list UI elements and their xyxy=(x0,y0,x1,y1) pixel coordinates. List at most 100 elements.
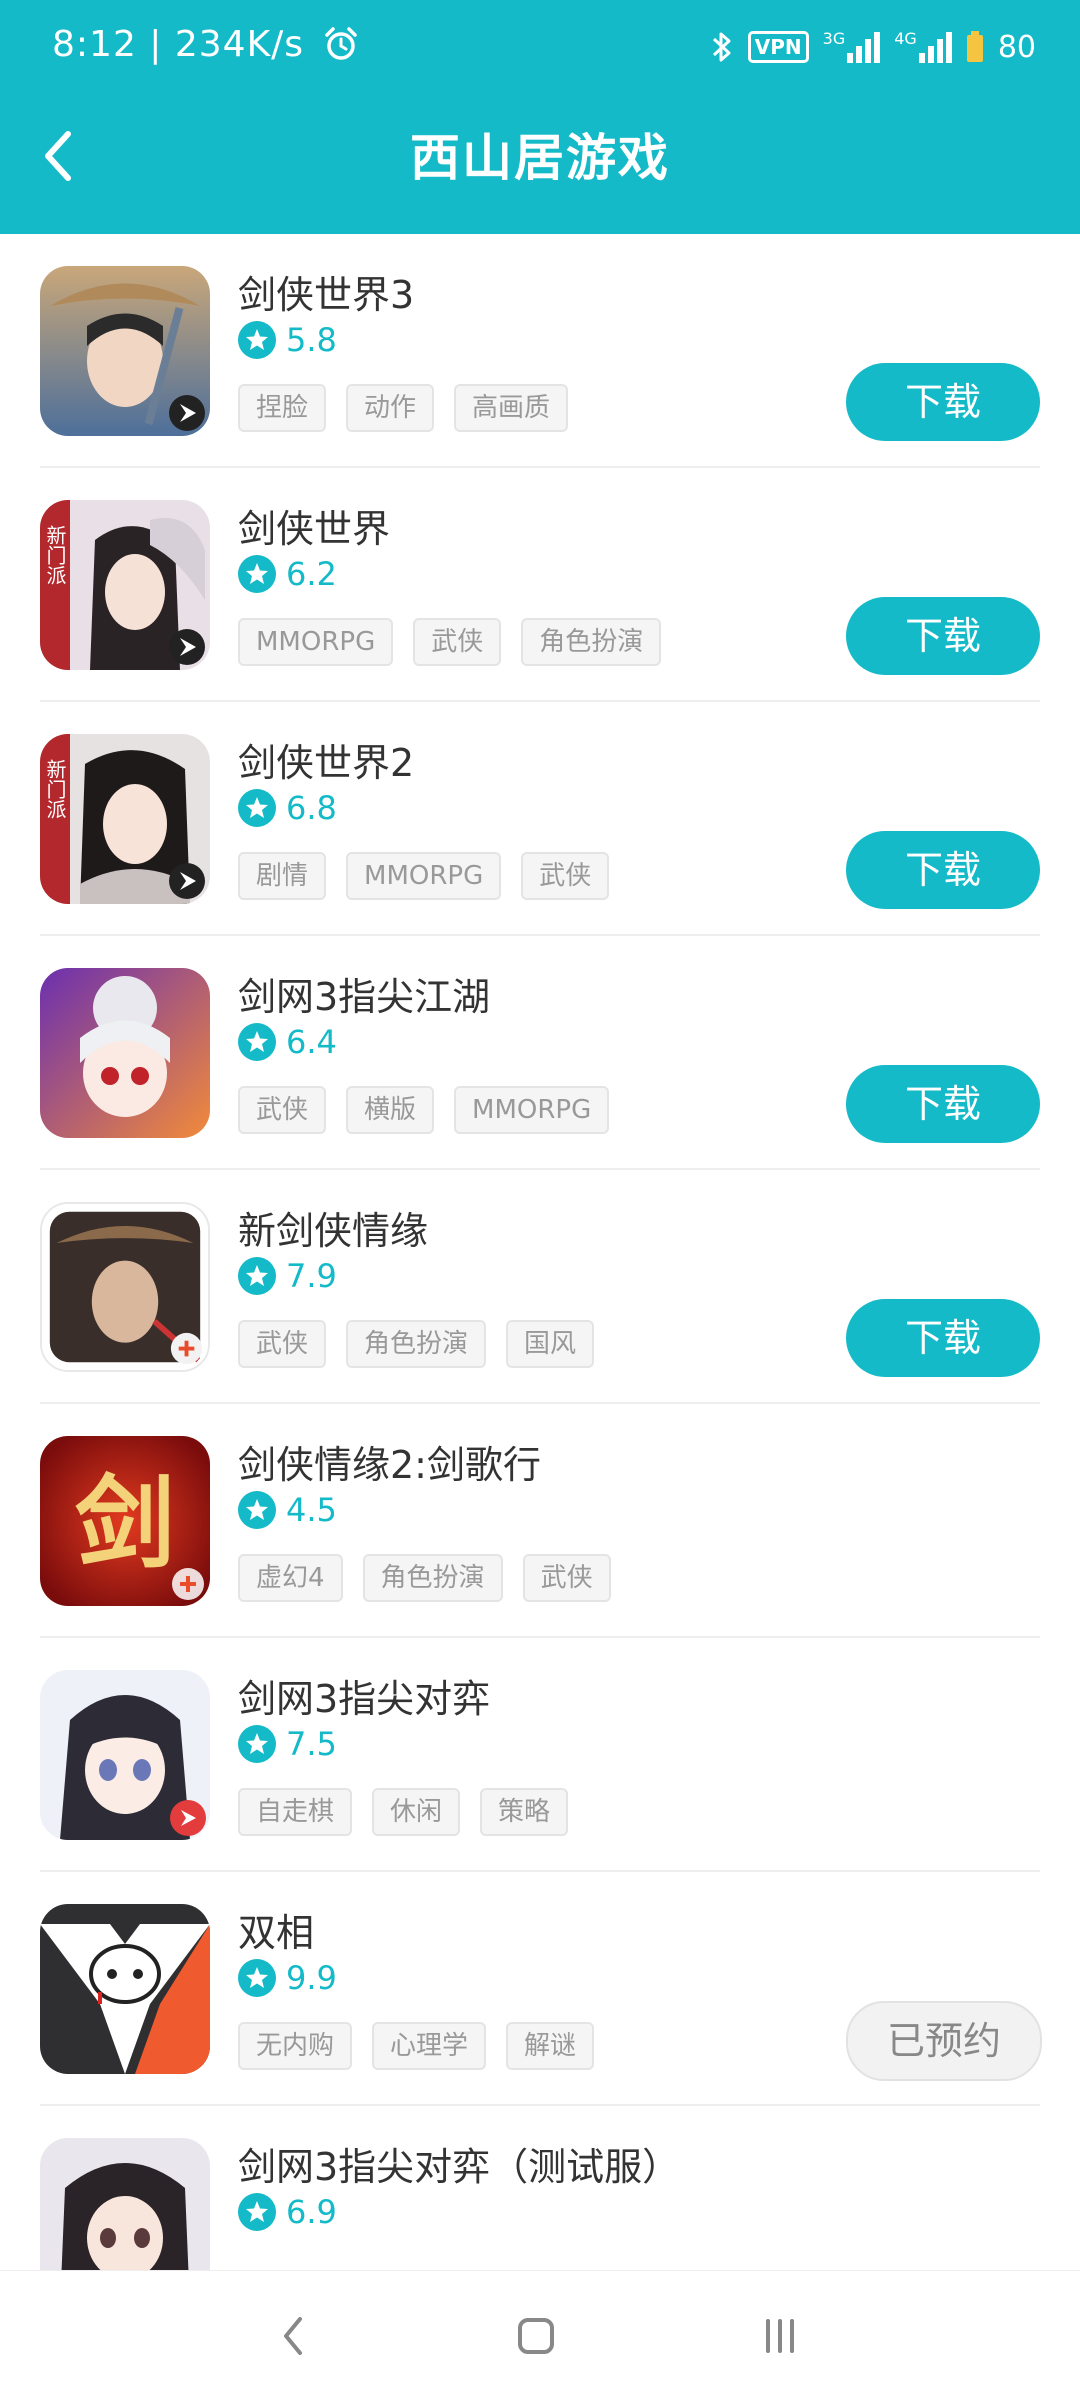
tag: 武侠 xyxy=(238,1320,327,1368)
tag: 无内购 xyxy=(238,2022,353,2070)
game-row[interactable]: 双相 9.9 无内购 心理学 解谜 已预约 xyxy=(0,1872,1080,2106)
tag: 武侠 xyxy=(413,618,502,666)
status-bar: 8:12 | 234K/s VPN 3G 4G 80 xyxy=(0,0,1080,96)
battery-icon xyxy=(966,31,983,62)
tag: 武侠 xyxy=(521,852,610,900)
rating-value: 7.9 xyxy=(286,1257,337,1295)
status-time: 8:12 | 234K/s xyxy=(52,24,359,65)
tag: MMORPG xyxy=(238,618,394,666)
status-icons: VPN 3G 4G 80 xyxy=(710,22,1036,72)
rating: 7.5 xyxy=(238,1724,337,1764)
game-name[interactable]: 剑网3指尖对弈（测试服） xyxy=(238,2136,680,2191)
star-icon xyxy=(238,1257,276,1295)
game-icon[interactable] xyxy=(40,1202,210,1372)
game-icon[interactable]: 新门派 xyxy=(40,500,210,670)
rating: 4.5 xyxy=(238,1490,337,1530)
signal-4g: 4G xyxy=(894,31,952,63)
game-name[interactable]: 剑网3指尖江湖 xyxy=(238,966,490,1021)
tag-list: 无内购 心理学 解谜 xyxy=(238,2022,595,2070)
signal-3g: 3G xyxy=(823,31,881,63)
nav-recents-button[interactable] xyxy=(750,2311,810,2361)
battery-level: 80 xyxy=(997,29,1036,65)
tag-list: 自走棋 休闲 策略 xyxy=(238,1788,569,1836)
signal-bars-icon xyxy=(847,31,881,63)
game-row[interactable]: 剑侠世界3 5.8 捏脸 动作 高画质 下载 xyxy=(0,234,1080,468)
rating: 5.8 xyxy=(238,320,337,360)
tag: 国风 xyxy=(506,1320,595,1368)
game-name[interactable]: 剑侠情缘2:剑歌行 xyxy=(238,1434,541,1489)
status-time-text: 8:12 | 234K/s xyxy=(52,24,305,65)
tag: 捏脸 xyxy=(238,384,327,432)
nav-back-button[interactable] xyxy=(264,2311,324,2361)
tag-list: 武侠 横版 MMORPG xyxy=(238,1086,610,1134)
rating: 9.9 xyxy=(238,1958,337,1998)
game-icon[interactable] xyxy=(40,1904,210,2074)
star-icon xyxy=(238,1491,276,1529)
tag-list: 武侠 角色扮演 国风 xyxy=(238,1320,595,1368)
star-icon xyxy=(238,1023,276,1061)
tag: 策略 xyxy=(480,1788,569,1836)
tag: MMORPG xyxy=(346,852,502,900)
tag: 横版 xyxy=(346,1086,435,1134)
signal-3g-label: 3G xyxy=(822,29,846,48)
rating-value: 6.2 xyxy=(286,555,337,593)
rating-value: 4.5 xyxy=(286,1491,337,1529)
tag: 自走棋 xyxy=(238,1788,353,1836)
nav-home-button[interactable] xyxy=(506,2311,566,2361)
rating: 6.9 xyxy=(238,2192,337,2232)
system-nav-bar xyxy=(0,2270,1080,2401)
game-icon[interactable]: 剑 xyxy=(40,1436,210,1606)
star-icon xyxy=(238,555,276,593)
tag: 高画质 xyxy=(454,384,569,432)
reserved-button[interactable]: 已预约 xyxy=(846,2001,1042,2081)
tag: 心理学 xyxy=(372,2022,487,2070)
game-icon[interactable] xyxy=(40,1670,210,1840)
new-sect-badge: 新门派 xyxy=(43,525,67,585)
tag: MMORPG xyxy=(454,1086,610,1134)
game-name[interactable]: 剑侠世界3 xyxy=(238,264,414,319)
star-icon xyxy=(238,2193,276,2231)
game-icon[interactable] xyxy=(40,968,210,1138)
tag: 武侠 xyxy=(238,1086,327,1134)
vpn-badge: VPN xyxy=(747,31,809,63)
tag: 虚幻4 xyxy=(238,1554,343,1602)
tag: 动作 xyxy=(346,384,435,432)
game-list: 剑侠世界3 5.8 捏脸 动作 高画质 下载 新门派 剑侠世界 6.2 MMOR… xyxy=(0,234,1080,2340)
game-icon[interactable]: 新门派 xyxy=(40,734,210,904)
rating: 6.4 xyxy=(238,1022,337,1062)
game-name[interactable]: 剑侠世界2 xyxy=(238,732,414,787)
home-square-icon xyxy=(518,2318,554,2354)
download-button[interactable]: 下载 xyxy=(846,1299,1040,1377)
rating: 6.8 xyxy=(238,788,337,828)
tag: 武侠 xyxy=(522,1554,611,1602)
game-name[interactable]: 双相 xyxy=(238,1902,314,1957)
rating-value: 6.9 xyxy=(286,2193,337,2231)
recents-icon xyxy=(766,2319,794,2353)
download-button[interactable]: 下载 xyxy=(846,831,1040,909)
game-row[interactable]: 剑网3指尖江湖 6.4 武侠 横版 MMORPG 下载 xyxy=(0,936,1080,1170)
game-icon[interactable] xyxy=(40,266,210,436)
game-row[interactable]: 剑 剑侠情缘2:剑歌行 4.5 虚幻4 角色扮演 武侠 xyxy=(0,1404,1080,1638)
tag: 剧情 xyxy=(238,852,327,900)
game-row[interactable]: 新门派 剑侠世界 6.2 MMORPG 武侠 角色扮演 下载 xyxy=(0,468,1080,702)
tag-list: MMORPG 武侠 角色扮演 xyxy=(238,618,662,666)
rating-value: 9.9 xyxy=(286,1959,337,1997)
tag-list: 虚幻4 角色扮演 武侠 xyxy=(238,1554,611,1602)
star-icon xyxy=(238,321,276,359)
game-name[interactable]: 新剑侠情缘 xyxy=(238,1200,428,1255)
game-row[interactable]: 剑网3指尖对弈 7.5 自走棋 休闲 策略 xyxy=(0,1638,1080,1872)
sword-glyph: 剑 xyxy=(75,1464,175,1582)
download-button[interactable]: 下载 xyxy=(846,597,1040,675)
download-button[interactable]: 下载 xyxy=(846,1065,1040,1143)
bluetooth-icon xyxy=(712,32,731,62)
rating-value: 6.8 xyxy=(286,789,337,827)
game-row[interactable]: 新剑侠情缘 7.9 武侠 角色扮演 国风 下载 xyxy=(0,1170,1080,1404)
game-name[interactable]: 剑侠世界 xyxy=(238,498,390,553)
game-name[interactable]: 剑网3指尖对弈 xyxy=(238,1668,490,1723)
rating-value: 5.8 xyxy=(286,321,337,359)
new-sect-badge: 新门派 xyxy=(43,759,67,819)
alarm-icon xyxy=(324,27,357,60)
rating-value: 7.5 xyxy=(286,1725,337,1763)
download-button[interactable]: 下载 xyxy=(846,363,1040,441)
game-row[interactable]: 新门派 剑侠世界2 6.8 剧情 MMORPG 武侠 下载 xyxy=(0,702,1080,936)
